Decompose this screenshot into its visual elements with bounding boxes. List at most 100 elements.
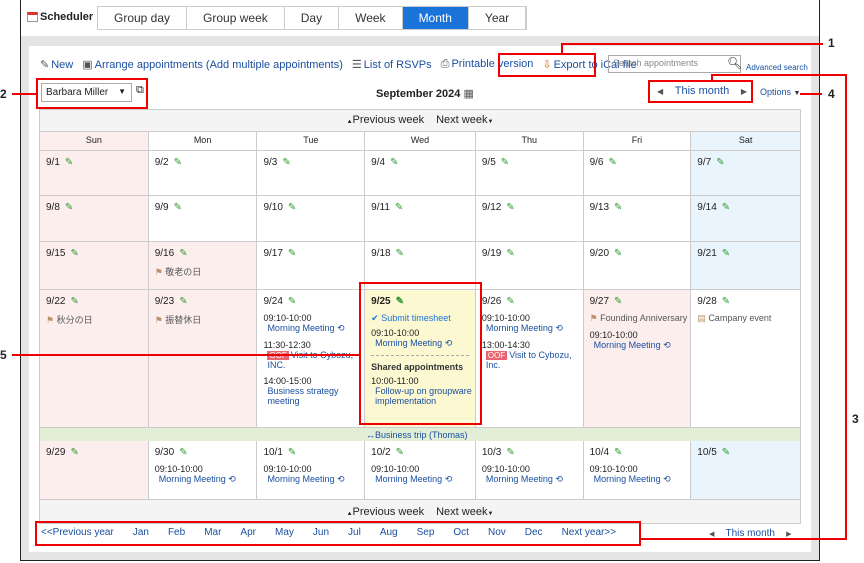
appointment-title[interactable]: Morning Meeting ⟲: [263, 474, 364, 485]
date-number[interactable]: 9/26: [482, 296, 501, 307]
date-number[interactable]: 9/12: [482, 202, 501, 213]
day-cell[interactable]: 9/1 ✎: [40, 151, 149, 195]
date-number[interactable]: 9/14: [697, 202, 716, 213]
appointment-title[interactable]: Morning Meeting ⟲: [482, 474, 583, 485]
day-cell[interactable]: 9/15 ✎: [40, 242, 149, 289]
add-appointment-icon[interactable]: ✎: [174, 202, 182, 213]
appointment-title[interactable]: Business strategy meeting: [263, 386, 364, 406]
add-appointment-icon[interactable]: ✎: [396, 296, 404, 307]
date-number[interactable]: 9/15: [46, 248, 65, 259]
appointment-title[interactable]: Morning Meeting ⟲: [590, 474, 691, 485]
next-month-icon[interactable]: ▶: [741, 85, 747, 97]
next-month-icon[interactable]: ▶: [786, 531, 791, 538]
calendar-icon[interactable]: ▦: [463, 88, 473, 100]
appointment-title[interactable]: Morning Meeting ⟲: [590, 340, 691, 351]
date-number[interactable]: 10/5: [697, 447, 716, 458]
business-trip-banner[interactable]: ↔Business trip (Thomas): [40, 427, 800, 441]
date-number[interactable]: 9/10: [263, 202, 282, 213]
tab-week[interactable]: Week: [339, 7, 403, 29]
add-appointment-icon[interactable]: ✎: [396, 248, 404, 259]
date-number[interactable]: 9/11: [371, 202, 390, 213]
appointment-title[interactable]: Morning Meeting ⟲: [371, 474, 475, 485]
add-appointment-icon[interactable]: ✎: [506, 202, 514, 213]
options-menu[interactable]: Options ▼: [760, 87, 800, 97]
date-number[interactable]: 9/30: [155, 447, 174, 458]
date-number[interactable]: 9/28: [697, 296, 716, 307]
print-button[interactable]: ⎙ Printable version: [441, 58, 534, 71]
date-number[interactable]: 9/9: [155, 202, 169, 213]
date-number[interactable]: 9/2: [155, 157, 169, 168]
day-cell[interactable]: 9/3 ✎: [257, 151, 366, 195]
add-appointment-icon[interactable]: ✎: [179, 296, 187, 307]
date-number[interactable]: 9/18: [371, 248, 390, 259]
appointment-title[interactable]: Morning Meeting ⟲: [263, 323, 364, 334]
day-cell[interactable]: 9/26 ✎ 09:10-10:00 Morning Meeting ⟲ 13:00-1…: [476, 290, 584, 427]
add-appointment-icon[interactable]: ✎: [174, 157, 182, 168]
day-cell[interactable]: 9/20 ✎: [584, 242, 692, 289]
month-link[interactable]: Apr: [240, 527, 256, 538]
day-cell[interactable]: 9/4 ✎: [365, 151, 476, 195]
appointment[interactable]: 09:10-10:00 Morning Meeting ⟲: [590, 330, 691, 351]
date-number[interactable]: 9/1: [46, 157, 60, 168]
day-cell[interactable]: 10/2 ✎ 09:10-10:00 Morning Meeting ⟲: [365, 441, 476, 499]
appointment-title[interactable]: Follow-up on groupware implementation: [371, 386, 475, 406]
appointment[interactable]: 09:10-10:00 Morning Meeting ⟲: [482, 464, 583, 485]
add-appointment-icon[interactable]: ✎: [390, 157, 398, 168]
tab-group-week[interactable]: Group week: [187, 7, 285, 29]
appointment[interactable]: 13:00-14:30 OOF Visit to Cybozu, Inc.: [482, 340, 583, 370]
add-appointment-icon[interactable]: ✎: [282, 157, 290, 168]
previous-week-link[interactable]: ▲Previous week: [347, 506, 425, 518]
add-appointment-icon[interactable]: ✎: [506, 248, 514, 259]
search-input[interactable]: Search appointments: [608, 55, 741, 73]
day-cell[interactable]: 9/28 ✎ ▤ Campany event: [691, 290, 800, 427]
date-number[interactable]: 9/7: [697, 157, 711, 168]
date-number[interactable]: 9/27: [590, 296, 609, 307]
appointment[interactable]: 09:10-10:00 Morning Meeting ⟲: [263, 464, 364, 485]
tab-month[interactable]: Month: [402, 7, 469, 29]
day-cell[interactable]: 10/4 ✎ 09:10-10:00 Morning Meeting ⟲: [584, 441, 692, 499]
appointment-title[interactable]: Morning Meeting ⟲: [482, 323, 583, 334]
appointment[interactable]: 09:10-10:00 Morning Meeting ⟲: [371, 464, 475, 485]
day-cell[interactable]: 9/29 ✎: [40, 441, 149, 499]
appointment-title[interactable]: OOF Visit to Cybozu, Inc.: [482, 350, 583, 370]
month-link[interactable]: Oct: [453, 527, 469, 538]
date-number[interactable]: 9/21: [697, 248, 716, 259]
date-number[interactable]: 9/22: [46, 296, 65, 307]
add-appointment-icon[interactable]: ✎: [288, 202, 296, 213]
day-cell[interactable]: 10/3 ✎ 09:10-10:00 Morning Meeting ⟲: [476, 441, 584, 499]
month-link[interactable]: Sep: [417, 527, 435, 538]
add-appointment-icon[interactable]: ✎: [608, 157, 616, 168]
day-cell[interactable]: 9/27 ✎ ⚑ Founding Anniversary 09:10-10:00 Mo…: [583, 290, 692, 427]
date-number[interactable]: 9/29: [46, 447, 65, 458]
day-cell[interactable]: 9/10 ✎: [257, 196, 366, 241]
day-cell[interactable]: 9/19 ✎: [476, 242, 584, 289]
date-number[interactable]: 9/24: [263, 296, 282, 307]
copy-icon[interactable]: ⧉: [136, 84, 144, 97]
day-cell[interactable]: 9/12 ✎: [476, 196, 584, 241]
tab-day[interactable]: Day: [284, 7, 340, 29]
add-appointment-icon[interactable]: ✎: [722, 248, 730, 259]
day-cell[interactable]: 9/30 ✎ 09:10-10:00 Morning Meeting ⟲: [149, 441, 258, 499]
day-cell[interactable]: 9/2 ✎: [149, 151, 258, 195]
month-link[interactable]: Dec: [525, 527, 543, 538]
advanced-search-link[interactable]: Advanced search: [746, 63, 808, 72]
add-appointment-icon[interactable]: ✎: [70, 248, 78, 259]
date-number[interactable]: 10/3: [482, 447, 501, 458]
appointment-title[interactable]: Morning Meeting ⟲: [155, 474, 257, 485]
day-cell[interactable]: 9/17 ✎: [257, 242, 366, 289]
date-number[interactable]: 9/16: [155, 248, 174, 259]
next-week-link[interactable]: Next week▼: [436, 114, 493, 126]
month-link[interactable]: Aug: [380, 527, 398, 538]
date-number[interactable]: 9/25: [371, 296, 390, 307]
appointment[interactable]: 09:10-10:00 Morning Meeting ⟲: [482, 313, 583, 334]
day-cell[interactable]: 9/11 ✎: [365, 196, 476, 241]
day-cell[interactable]: 9/16 ✎ ⚑ 敬老の日: [148, 242, 258, 289]
add-appointment-icon[interactable]: ✎: [722, 447, 730, 458]
day-cell[interactable]: 9/18 ✎: [365, 242, 476, 289]
add-appointment-icon[interactable]: ✎: [716, 157, 724, 168]
day-cell[interactable]: 9/13 ✎: [584, 196, 692, 241]
date-number[interactable]: 9/8: [46, 202, 60, 213]
day-cell[interactable]: 10/5 ✎: [691, 441, 801, 499]
date-number[interactable]: 9/20: [590, 248, 609, 259]
month-link[interactable]: Jun: [313, 527, 329, 538]
